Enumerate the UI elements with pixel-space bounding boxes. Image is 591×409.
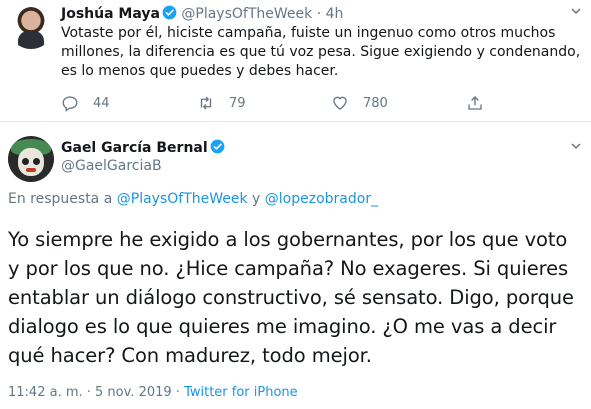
like-count: 780 — [363, 95, 388, 111]
chevron-down-icon[interactable] — [571, 141, 581, 151]
verified-badge-icon — [162, 5, 177, 20]
reply-icon — [62, 96, 78, 112]
author-handle[interactable]: @PlaysOfTheWeek — [181, 6, 312, 22]
author-name-text[interactable]: Gael García Bernal — [61, 140, 208, 156]
meta-separator: · — [175, 385, 180, 400]
author-name[interactable]: Joshúa Maya — [61, 6, 160, 22]
retweet-count: 79 — [229, 95, 246, 111]
heart-icon — [333, 96, 347, 110]
separator-dot: · — [316, 6, 322, 22]
reply-count: 44 — [93, 95, 110, 111]
reply-joiner: y — [252, 191, 261, 207]
reply-prefix: En respuesta a — [8, 191, 113, 207]
divider — [0, 121, 591, 122]
retweet-icon — [200, 96, 212, 110]
tweet-source[interactable]: Twitter for iPhone — [184, 385, 298, 400]
tweet-parent[interactable]: Joshúa Maya @PlaysOfTheWeek · 4h Votaste… — [0, 0, 591, 122]
tweet-timestamp[interactable]: 11:42 a. m. · 5 nov. 2019 — [8, 385, 172, 400]
verified-badge-icon — [210, 139, 225, 154]
avatar[interactable] — [8, 136, 54, 182]
reply-mention-1[interactable]: @PlaysOfTheWeek — [117, 191, 248, 207]
avatar[interactable] — [8, 3, 54, 49]
tweet-time[interactable]: 4h — [326, 6, 344, 22]
tweet-actions: 44 79 780 — [61, 94, 581, 114]
tweet-text: Yo siempre he exigido a los gobernantes,… — [8, 228, 574, 367]
share-button[interactable] — [466, 94, 498, 112]
tweet-text: Votaste por él, hiciste campaña, fuiste … — [61, 25, 581, 79]
author-handle[interactable]: @GaelGarciaB — [61, 158, 162, 174]
tweet-header: Joshúa Maya @PlaysOfTheWeek · 4h — [61, 5, 343, 22]
reply-context: En respuesta a @PlaysOfTheWeek y @lopezo… — [8, 191, 378, 207]
reply-button[interactable]: 44 — [61, 94, 110, 112]
author-name: Gael García Bernal — [61, 139, 225, 156]
share-icon — [468, 96, 482, 110]
reply-mention-2[interactable]: @lopezobrador_ — [265, 191, 378, 207]
chevron-down-icon[interactable] — [571, 6, 581, 16]
like-button[interactable]: 780 — [331, 94, 388, 112]
retweet-button[interactable]: 79 — [197, 94, 246, 112]
tweet-meta: 11:42 a. m. · 5 nov. 2019 · Twitter for … — [8, 385, 298, 400]
